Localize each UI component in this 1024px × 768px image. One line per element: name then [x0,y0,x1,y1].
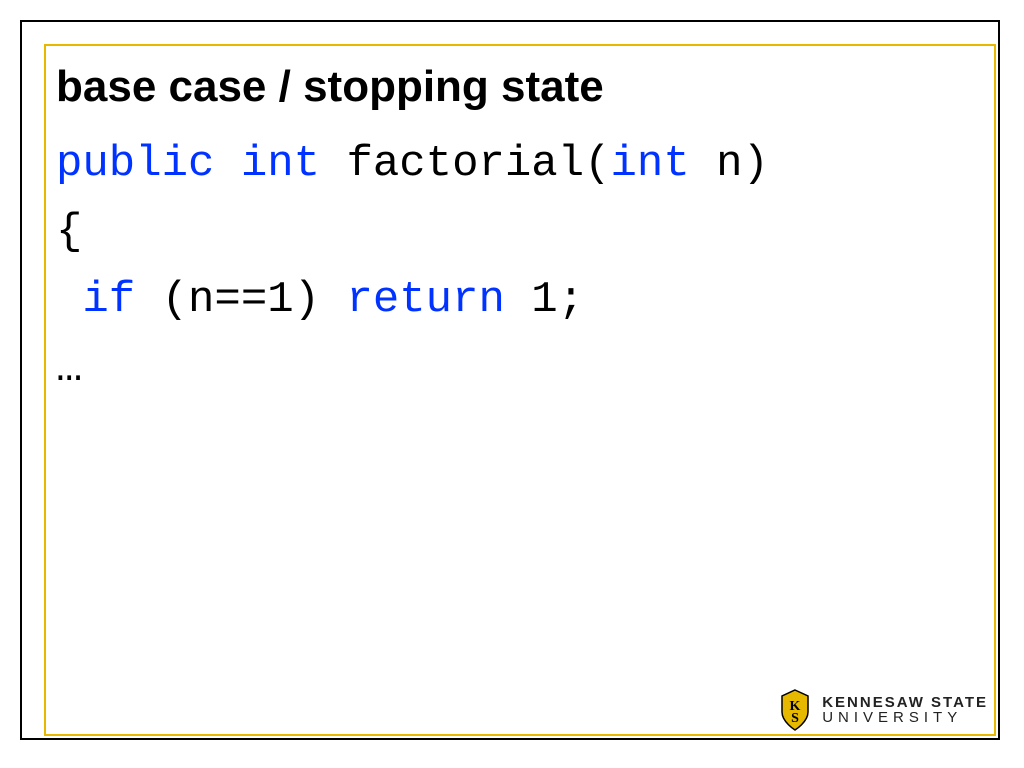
logo-text-bottom: UNIVERSITY [822,710,988,725]
code-text: n) [690,139,769,189]
code-text: (n==1) [135,275,346,325]
slide-title: base case / stopping state [56,62,976,112]
svg-text:S: S [791,711,799,726]
logo-text-top: KENNESAW STATE [822,695,988,710]
code-text: factorial( [320,139,610,189]
university-logo: K S KENNESAW STATE UNIVERSITY [778,688,988,732]
code-text: { [56,207,82,257]
keyword-if: if [82,275,135,325]
logo-mark-icon: K S [778,688,812,732]
logo-text: KENNESAW STATE UNIVERSITY [822,695,988,725]
code-text [56,275,82,325]
keyword-return: return [346,275,504,325]
keyword-int: int [611,139,690,189]
code-block: public int factorial(int n) { if (n==1) … [56,130,976,403]
keyword-public: public [56,139,214,189]
code-text: 1; [505,275,584,325]
keyword-int: int [241,139,320,189]
code-ellipsis: … [56,344,82,394]
slide-content: base case / stopping state public int fa… [56,62,976,403]
